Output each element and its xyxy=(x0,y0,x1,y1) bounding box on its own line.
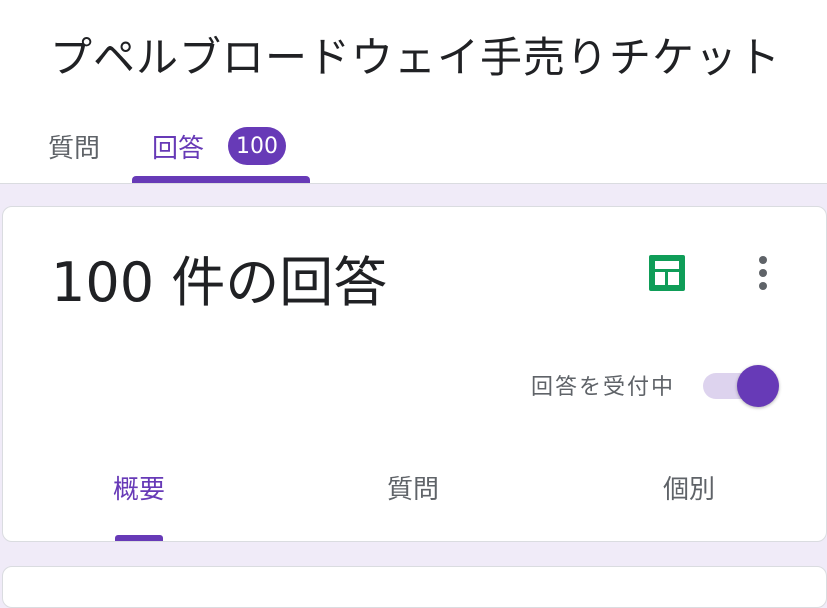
tab-responses[interactable]: 回答 100 xyxy=(152,124,287,168)
subtab-summary[interactable]: 概要 xyxy=(49,469,229,513)
accepting-responses-label: 回答を受付中 xyxy=(530,375,675,400)
accepting-responses-toggle[interactable] xyxy=(703,363,785,407)
google-sheets-icon[interactable] xyxy=(649,255,685,291)
subtab-question[interactable]: 質問 xyxy=(323,469,503,513)
toggle-knob xyxy=(737,365,779,407)
next-card xyxy=(2,566,827,608)
more-vert-icon[interactable] xyxy=(745,251,781,295)
responses-summary-card: 100 件の回答 回答を受付中 概要 質問 個別 xyxy=(2,206,827,542)
subtab-individual[interactable]: 個別 xyxy=(599,469,779,513)
tab-questions-label: 質問 xyxy=(48,133,101,164)
tab-questions[interactable]: 質問 xyxy=(48,124,100,168)
accepting-responses-row: 回答を受付中 xyxy=(503,359,803,409)
active-subtab-indicator xyxy=(115,535,163,541)
active-tab-indicator xyxy=(132,176,310,183)
form-title: プペルブロードウェイ手売りチケット xyxy=(50,33,782,82)
tab-responses-label: 回答 xyxy=(152,133,205,164)
app-header: プペルブロードウェイ手売りチケット 質問 回答 100 xyxy=(0,0,827,184)
responses-count-badge: 100 xyxy=(228,127,287,165)
responses-count-heading: 100 件の回答 xyxy=(51,251,388,314)
